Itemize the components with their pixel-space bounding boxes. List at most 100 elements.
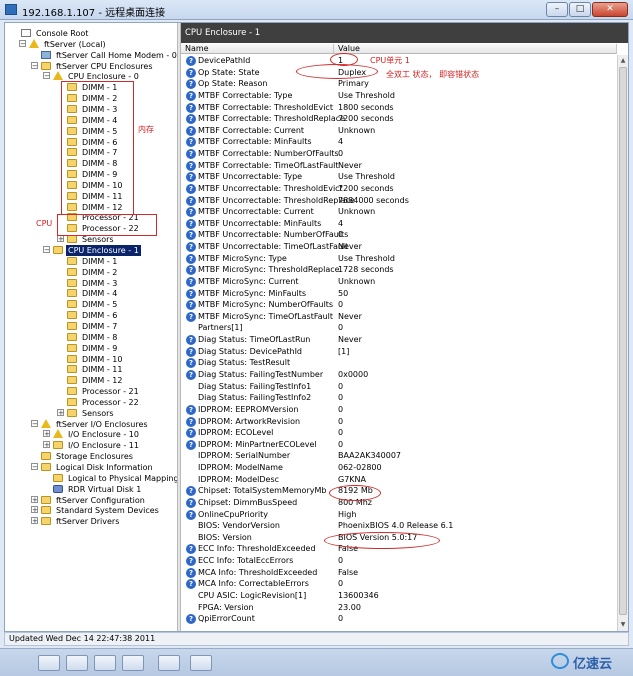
property-row[interactable]: ? MTBF Correctable: ThresholdEvict 1800 se… xyxy=(181,102,617,114)
taskbar-button[interactable] xyxy=(38,655,60,671)
property-row[interactable]: ? Chipset: DimmBusSpeed 800 Mhz xyxy=(181,497,617,509)
collapse-icon[interactable]: − xyxy=(19,39,26,47)
collapse-icon[interactable]: − xyxy=(43,246,50,254)
vertical-scrollbar[interactable]: ▲ ▼ xyxy=(617,55,628,631)
column-header-name[interactable]: Name xyxy=(181,44,334,54)
property-row[interactable]: IDPROM: ModelDesc G7KNA xyxy=(181,474,617,486)
property-row[interactable]: ? Diag Status: DevicePathId [1] xyxy=(181,346,617,358)
help-info-icon: ? xyxy=(186,218,196,229)
help-info-icon: ? xyxy=(186,160,196,171)
property-row[interactable]: ? MTBF Uncorrectable: ThresholdReplace 788… xyxy=(181,195,617,207)
folder-icon xyxy=(41,495,51,504)
property-row[interactable]: ? MTBF MicroSync: MinFaults 50 xyxy=(181,288,617,300)
property-name: Chipset: DimmBusSpeed xyxy=(198,497,298,507)
tree-node-label: RDR Virtual Disk 1 xyxy=(68,484,142,494)
property-row[interactable]: ? Diag Status: FailingTestNumber 0x0000 xyxy=(181,369,617,381)
collapse-icon[interactable]: − xyxy=(31,419,38,427)
property-row[interactable]: ? MTBF Correctable: NumberOfFaults 0 xyxy=(181,148,617,160)
taskbar-button[interactable] xyxy=(158,655,180,671)
modem-icon xyxy=(41,50,51,59)
scroll-up-arrow-icon[interactable]: ▲ xyxy=(619,56,627,65)
taskbar-button[interactable] xyxy=(122,655,144,671)
taskbar-button[interactable] xyxy=(66,655,88,671)
property-row[interactable]: ? MTBF Uncorrectable: MinFaults 4 xyxy=(181,218,617,230)
help-info-icon: ? xyxy=(186,125,196,136)
minimize-button[interactable]: – xyxy=(546,2,568,17)
property-row[interactable]: ? QpiErrorCount 0 xyxy=(181,613,617,625)
property-value: Use Threshold xyxy=(338,253,395,263)
property-row[interactable]: Diag Status: FailingTestInfo2 0 xyxy=(181,392,617,404)
property-value: Use Threshold xyxy=(338,172,395,182)
property-row[interactable]: ? MTBF Uncorrectable: NumberOfFaults 0 xyxy=(181,229,617,241)
expand-icon[interactable]: + xyxy=(43,430,50,438)
property-row[interactable]: ? IDPROM: MinPartnerECOLevel 0 xyxy=(181,439,617,451)
property-row[interactable]: ? MTBF Uncorrectable: TimeOfLastFault Neve… xyxy=(181,241,617,253)
scrollbar-thumb[interactable] xyxy=(619,67,627,615)
property-row[interactable]: ? MTBF Uncorrectable: Current Unknown xyxy=(181,206,617,218)
maximize-button[interactable]: □ xyxy=(569,2,591,17)
folder-icon xyxy=(53,473,63,482)
expand-icon[interactable]: + xyxy=(57,235,64,243)
property-row[interactable]: ? MCA Info: ThresholdExceeded False xyxy=(181,567,617,579)
collapse-icon[interactable]: − xyxy=(31,463,38,471)
property-row[interactable]: ? Diag Status: TimeOfLastRun Never xyxy=(181,334,617,346)
property-value: 7884000 seconds xyxy=(338,195,409,205)
tree-node-label: Console Root xyxy=(36,29,89,38)
taskbar xyxy=(0,648,633,676)
property-row[interactable]: ? Diag Status: TestResult xyxy=(181,357,617,369)
property-row[interactable]: CPU ASIC: LogicRevision[1] 13600346 xyxy=(181,590,617,602)
property-value: 7200 seconds xyxy=(338,183,394,193)
collapse-icon[interactable]: − xyxy=(43,72,50,80)
property-row[interactable]: ? ECC Info: TotalEccErrors 0 xyxy=(181,555,617,567)
property-row[interactable]: ? MTBF Uncorrectable: ThresholdEvict 7200 … xyxy=(181,183,617,195)
close-button[interactable]: ✕ xyxy=(592,2,628,17)
column-header-value[interactable]: Value xyxy=(334,44,617,54)
blank-icon xyxy=(186,382,196,392)
property-row[interactable]: ? MTBF Correctable: TimeOfLastFault Never xyxy=(181,160,617,172)
collapse-icon[interactable]: − xyxy=(31,61,38,69)
taskbar-button[interactable] xyxy=(94,655,116,671)
property-row[interactable]: Partners[1] 0 xyxy=(181,322,617,334)
property-row[interactable]: IDPROM: ModelName 062-02800 xyxy=(181,462,617,474)
expand-icon[interactable]: + xyxy=(31,495,38,503)
property-row[interactable]: ? MTBF MicroSync: TimeOfLastFault Never xyxy=(181,311,617,323)
taskbar-button[interactable] xyxy=(190,655,212,671)
property-row[interactable]: ? MTBF Uncorrectable: Type Use Threshold xyxy=(181,171,617,183)
expand-icon[interactable]: + xyxy=(43,441,50,449)
property-row[interactable]: ? MTBF MicroSync: Type Use Threshold xyxy=(181,253,617,265)
property-value: 50 xyxy=(338,288,349,298)
property-value: Never xyxy=(338,160,362,170)
property-row[interactable]: ? MTBF Correctable: MinFaults 4 xyxy=(181,136,617,148)
property-row[interactable]: Diag Status: FailingTestInfo1 0 xyxy=(181,381,617,393)
property-row[interactable]: ? MTBF Correctable: ThresholdReplace 7200 … xyxy=(181,113,617,125)
property-row[interactable]: ? OnlineCpuPriority High xyxy=(181,509,617,521)
property-value: 0x0000 xyxy=(338,370,369,379)
expand-icon[interactable]: + xyxy=(31,506,38,514)
property-row[interactable]: ? MCA Info: CorrectableErrors 0 xyxy=(181,578,617,590)
annotation-duplex-ellipse xyxy=(296,64,378,79)
property-row[interactable]: BIOS: VendorVersion PhoenixBIOS 4.0 Relea… xyxy=(181,520,617,532)
property-row[interactable]: IDPROM: SerialNumber BAA2AK340007 xyxy=(181,450,617,462)
property-name: MTBF MicroSync: ThresholdReplace xyxy=(198,265,340,275)
property-row[interactable]: ? Chipset: TotalSystemMemoryMb 8192 Mb xyxy=(181,485,617,497)
tree-node-label: ftServer Configuration xyxy=(56,495,145,505)
property-row[interactable]: FPGA: Version 23.00 xyxy=(181,602,617,614)
property-row[interactable]: ? MTBF Correctable: Current Unknown xyxy=(181,125,617,137)
folder-icon xyxy=(67,267,77,276)
property-row[interactable]: ? MTBF Correctable: Type Use Threshold xyxy=(181,90,617,102)
property-row[interactable]: ? MTBF MicroSync: NumberOfFaults 0 xyxy=(181,299,617,311)
property-value: 0 xyxy=(338,381,344,391)
expand-icon[interactable]: + xyxy=(57,408,64,416)
property-name: Diag Status: FailingTestInfo2 xyxy=(198,393,312,403)
property-row[interactable]: ? IDPROM: EEPROMVersion 0 xyxy=(181,404,617,416)
watermark-text: 亿速云 xyxy=(573,657,613,672)
tree-node-label: DIMM - 7 xyxy=(82,321,118,331)
scroll-down-arrow-icon[interactable]: ▼ xyxy=(619,620,627,629)
property-row[interactable]: ? MTBF MicroSync: Current Unknown xyxy=(181,276,617,288)
tree-node-label: DIMM - 8 xyxy=(82,332,118,342)
property-row[interactable]: ? IDPROM: ArtworkRevision 0 xyxy=(181,416,617,428)
expand-icon[interactable]: + xyxy=(31,517,38,525)
blank-icon xyxy=(186,475,196,485)
property-row[interactable]: ? MTBF MicroSync: ThresholdReplace 1728 se… xyxy=(181,264,617,276)
property-row[interactable]: ? IDPROM: ECOLevel 0 xyxy=(181,427,617,439)
